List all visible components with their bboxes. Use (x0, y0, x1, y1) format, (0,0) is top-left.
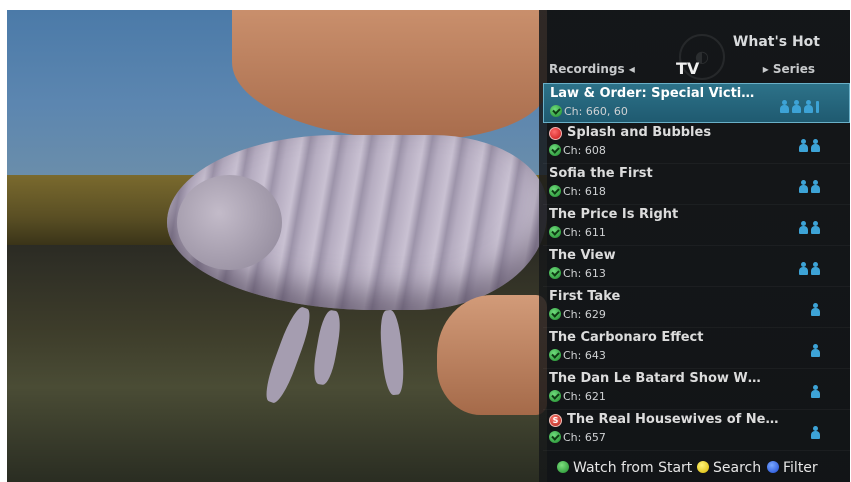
channel-check-icon (549, 226, 561, 238)
search-label: Search (713, 460, 762, 476)
channel-check-icon (549, 185, 561, 197)
listing-channel: Ch: 660, 60 (550, 105, 628, 118)
listing-row[interactable]: The View Ch: 613 (543, 246, 850, 287)
channel-check-icon (550, 105, 562, 117)
channel-number: Ch: 611 (563, 226, 606, 239)
listing-channel: Ch: 613 (549, 267, 606, 280)
filter-button[interactable]: Filter (767, 460, 818, 476)
person-icon (811, 344, 820, 358)
person-icon (804, 100, 813, 114)
channel-number: Ch: 660, 60 (564, 105, 628, 118)
watch-from-start-button[interactable]: Watch from Start (557, 460, 692, 476)
listing-title: First Take (549, 289, 621, 304)
audience-icons (796, 179, 820, 195)
listing-title: The View (549, 248, 616, 263)
audience-icons (796, 261, 820, 277)
video-hand-bottom (437, 295, 547, 415)
audience-icons (796, 220, 820, 236)
person-icon (811, 262, 820, 276)
listing-row[interactable]: First Take Ch: 629 (543, 287, 850, 328)
listing-title: Law & Order: Special Victim... (550, 86, 764, 101)
listing-row[interactable]: Splash and Bubbles Ch: 608 (543, 123, 850, 164)
listing-title: The Dan Le Batard Show With Stu... (549, 371, 763, 386)
whats-hot-panel: ◐ What's Hot Recordings ◂ TV ▸ Series La… (539, 10, 850, 482)
search-button[interactable]: Search (697, 460, 761, 476)
watch-from-start-label: Watch from Start (573, 460, 693, 476)
recording-icon (549, 127, 562, 140)
yellow-button-icon (697, 461, 709, 473)
channel-number: Ch: 618 (563, 185, 606, 198)
person-icon (811, 303, 820, 317)
listing-title: The Carbonaro Effect (549, 330, 704, 345)
channel-number: Ch: 613 (563, 267, 606, 280)
person-icon (811, 385, 820, 399)
listing-title: The Real Housewives of New Je... (567, 412, 781, 427)
audience-icons (777, 99, 819, 115)
channel-check-icon (549, 144, 561, 156)
listing-row[interactable]: Sofia the First Ch: 618 (543, 164, 850, 205)
listing-channel: Ch: 611 (549, 226, 606, 239)
channel-check-icon (549, 349, 561, 361)
channel-check-icon (549, 431, 561, 443)
listing-title: Splash and Bubbles (567, 125, 712, 140)
person-icon (811, 180, 820, 194)
blue-button-icon (767, 461, 779, 473)
person-partial-icon (816, 101, 819, 113)
listing-channel: Ch: 643 (549, 349, 606, 362)
listing-channel: Ch: 629 (549, 308, 606, 321)
color-key-legend: Watch from Start Search Filter (539, 454, 850, 482)
person-icon (811, 426, 820, 440)
person-icon (792, 100, 801, 114)
person-icon (780, 100, 789, 114)
channel-check-icon (549, 267, 561, 279)
listing-channel: Ch: 621 (549, 390, 606, 403)
audience-icons (796, 138, 820, 154)
channel-number: Ch: 629 (563, 308, 606, 321)
channel-check-icon (549, 390, 561, 402)
series-recording-icon: S (549, 414, 562, 427)
nav-current-tv: TV (676, 59, 700, 78)
person-icon (811, 221, 820, 235)
green-button-icon (557, 461, 569, 473)
listing-row[interactable]: The Carbonaro Effect Ch: 643 (543, 328, 850, 369)
channel-number: Ch: 608 (563, 144, 606, 157)
audience-icons (808, 384, 820, 400)
tv-screen: ◐ What's Hot Recordings ◂ TV ▸ Series La… (7, 10, 850, 482)
audience-icons (808, 343, 820, 359)
nav-next-series[interactable]: ▸ Series (763, 62, 815, 76)
person-icon (799, 221, 808, 235)
channel-number: Ch: 621 (563, 390, 606, 403)
audience-icons (808, 302, 820, 318)
channel-number: Ch: 643 (563, 349, 606, 362)
filter-label: Filter (783, 460, 818, 476)
person-icon (811, 139, 820, 153)
nav-prev-recordings[interactable]: Recordings ◂ (549, 62, 635, 76)
listing-row[interactable]: The Dan Le Batard Show With Stu... Ch: 6… (543, 369, 850, 410)
category-nav: Recordings ◂ TV ▸ Series (539, 57, 850, 83)
audience-icons (808, 425, 820, 441)
listing-row[interactable]: S The Real Housewives of New Je... Ch: 6… (543, 410, 850, 451)
person-icon (799, 139, 808, 153)
listing-channel: Ch: 657 (549, 431, 606, 444)
listing-row[interactable]: Law & Order: Special Victim... Ch: 660, … (543, 83, 850, 123)
listing-title: Sofia the First (549, 166, 653, 181)
listing-channel: Ch: 608 (549, 144, 606, 157)
listing-channel: Ch: 618 (549, 185, 606, 198)
channel-check-icon (549, 308, 561, 320)
video-isopod-head (177, 175, 282, 270)
channel-number: Ch: 657 (563, 431, 606, 444)
panel-title: What's Hot (732, 34, 820, 50)
listing-title: The Price Is Right (549, 207, 679, 222)
listing-list: Law & Order: Special Victim... Ch: 660, … (543, 83, 850, 451)
person-icon (799, 180, 808, 194)
person-icon (799, 262, 808, 276)
listing-row[interactable]: The Price Is Right Ch: 611 (543, 205, 850, 246)
